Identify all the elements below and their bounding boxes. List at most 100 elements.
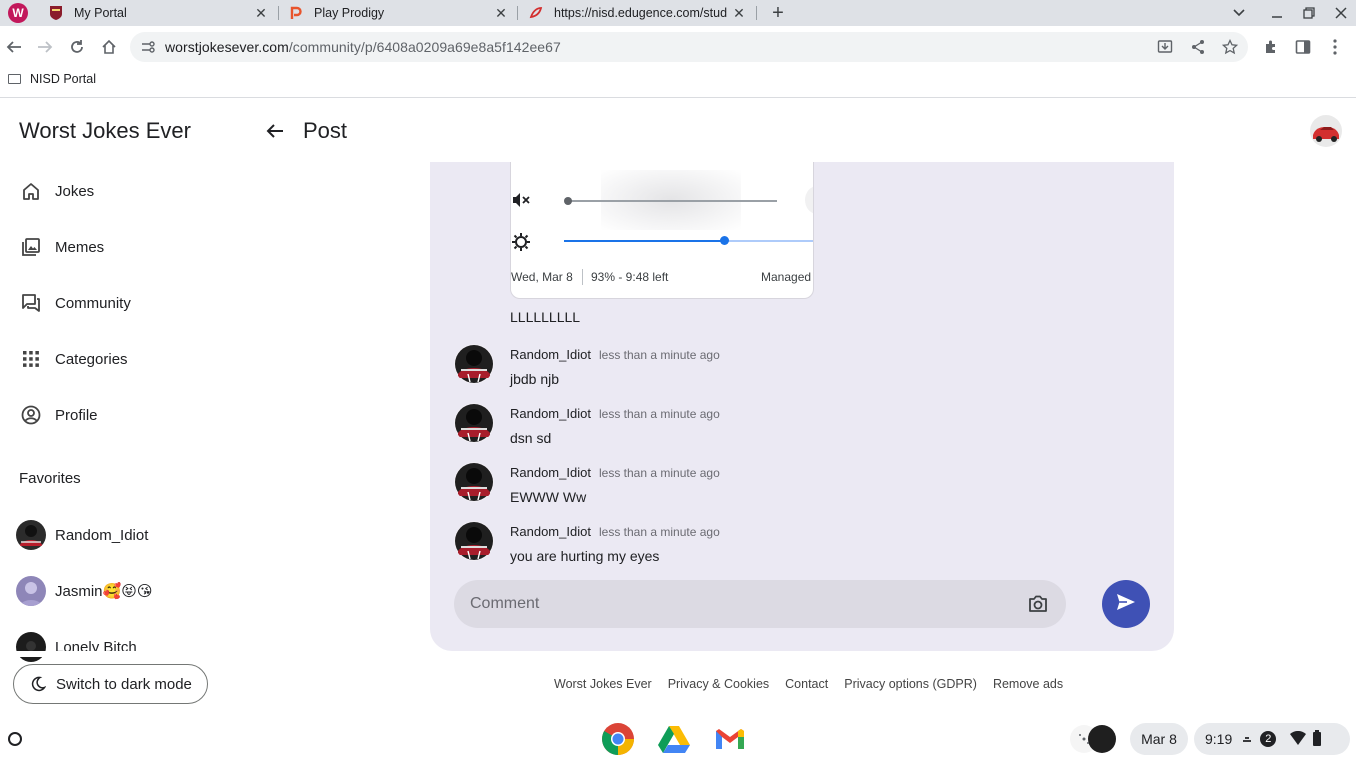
footer-link[interactable]: Worst Jokes Ever [554,677,652,691]
status-tray[interactable]: 9:19 2 [1194,723,1350,755]
address-bar[interactable]: worstjokesever.com/community/p/6408a0209… [130,32,1248,62]
post-image[interactable]: Wed, Mar 8 93% - 9:48 left Managed [510,162,814,299]
gmail-icon[interactable] [713,722,747,756]
sidebar-item-label: Memes [55,238,105,256]
comment-box [454,580,1066,628]
grid-icon [20,348,42,370]
side-panel-icon[interactable] [1291,35,1315,59]
comment-item: Random_Idiot less than a minute ago dsn … [454,403,1154,447]
image-edge-button [805,186,813,214]
bookmark-nisd-portal[interactable]: NISD Portal [8,72,96,86]
edugence-icon [528,5,544,21]
avatar[interactable] [454,521,494,561]
page-title: Post [303,118,348,143]
comment-time: less than a minute ago [599,466,720,480]
page-content: Worst Jokes Ever Jokes Memes Community C… [0,99,1356,717]
back-arrow-icon[interactable] [263,119,287,143]
reload-icon[interactable] [65,35,89,59]
avatar[interactable] [454,462,494,502]
bookmark-label: NISD Portal [30,72,96,86]
footer-link[interactable]: Privacy options (GDPR) [844,677,977,691]
comment-time: less than a minute ago [599,525,720,539]
send-button[interactable] [1102,580,1150,628]
notification-badge: 2 [1260,731,1277,747]
volume-slider-track [567,200,777,202]
close-icon[interactable]: ✕ [252,4,270,22]
chrome-icon[interactable] [601,722,635,756]
footer-link[interactable]: Contact [785,677,828,691]
close-window-icon[interactable] [1330,2,1352,24]
comment-text: dsn sd [510,430,552,446]
close-icon[interactable]: ✕ [492,4,510,22]
dark-mode-button[interactable]: Switch to dark mode [13,664,208,704]
comment-author[interactable]: Random_Idiot [510,465,591,480]
site-title[interactable]: Worst Jokes Ever [19,118,191,144]
home-icon[interactable] [97,35,121,59]
restore-icon[interactable] [1298,2,1320,24]
tab-my-portal[interactable]: My Portal ✕ [48,0,270,26]
image-icon [20,236,42,258]
footer-link[interactable]: Remove ads [993,677,1063,691]
bookmarks-bar: NISD Portal [0,68,1356,98]
drive-icon[interactable] [657,722,691,756]
sidebar-item-label: Jokes [55,182,95,200]
launcher-icon[interactable] [8,732,22,746]
avatar [16,632,46,662]
comment-author[interactable]: Random_Idiot [510,347,591,362]
comment-time: less than a minute ago [599,407,720,421]
menu-icon[interactable] [1323,35,1347,59]
browser-toolbar: worstjokesever.com/community/p/6408a0209… [0,26,1356,68]
shelf-date: Mar 8 [1141,731,1177,747]
tab-search-icon[interactable] [1228,2,1250,24]
url-path: /community/p/6408a0209a69e8a5f142ee67 [288,39,561,55]
favorite-item[interactable]: Lonely Bitch [16,632,137,662]
phone-hub-icon [1070,725,1116,753]
user-avatar[interactable] [1310,115,1342,147]
tab-divider [756,6,757,20]
minimize-icon[interactable] [1266,2,1288,24]
favorite-item[interactable]: Random_Idiot [16,520,148,550]
favorite-item[interactable]: Jasmin🥰😝😘 [16,576,152,606]
account-icon [20,404,42,426]
avatar[interactable] [454,403,494,443]
tab-play-prodigy[interactable]: Play Prodigy ✕ [288,0,510,26]
folder-icon [8,74,21,84]
share-icon[interactable] [1190,39,1206,60]
profile-button[interactable]: W [8,3,28,23]
new-tab-button[interactable]: + [766,2,790,24]
tab-divider [517,6,518,20]
sidebar-item-memes[interactable]: Memes [20,236,104,258]
favorite-name: Random_Idiot [55,526,149,544]
forum-icon [20,292,42,314]
tab-title: https://nisd.edugence.com/stud [554,6,728,20]
comment-input[interactable] [470,590,1030,618]
install-icon[interactable] [1157,39,1173,60]
comment-text: jbdb njb [510,371,560,387]
phone-hub[interactable] [1068,723,1120,755]
close-icon[interactable]: ✕ [730,4,748,22]
tab-edugence[interactable]: https://nisd.edugence.com/stud ✕ [528,0,748,26]
brightness-slider-track [725,240,813,242]
bookmark-star-icon[interactable] [1221,38,1239,60]
sidebar-item-categories[interactable]: Categories [20,348,128,370]
brightness-icon [511,232,531,252]
sidebar-item-profile[interactable]: Profile [20,404,98,426]
battery-icon [1312,729,1322,749]
site-info-icon[interactable] [141,40,155,59]
footer-link[interactable]: Privacy & Cookies [668,677,769,691]
sidebar-item-community[interactable]: Community [20,292,131,314]
image-battery: 93% - 9:48 left [591,270,669,284]
sidebar-item-jokes[interactable]: Jokes [20,180,94,202]
comment-author[interactable]: Random_Idiot [510,406,591,421]
forward-icon[interactable] [33,35,57,59]
date-tray[interactable]: Mar 8 [1130,723,1188,755]
comment-author[interactable]: Random_Idiot [510,524,591,539]
footer: Worst Jokes Ever Privacy & Cookies Conta… [554,677,1079,691]
tab-title: My Portal [74,6,127,20]
back-icon[interactable] [2,35,26,59]
image-managed: Managed [761,270,812,284]
extensions-icon[interactable] [1259,35,1283,59]
avatar[interactable] [454,344,494,384]
image-date: Wed, Mar 8 [511,270,573,284]
camera-icon[interactable] [1026,592,1050,616]
